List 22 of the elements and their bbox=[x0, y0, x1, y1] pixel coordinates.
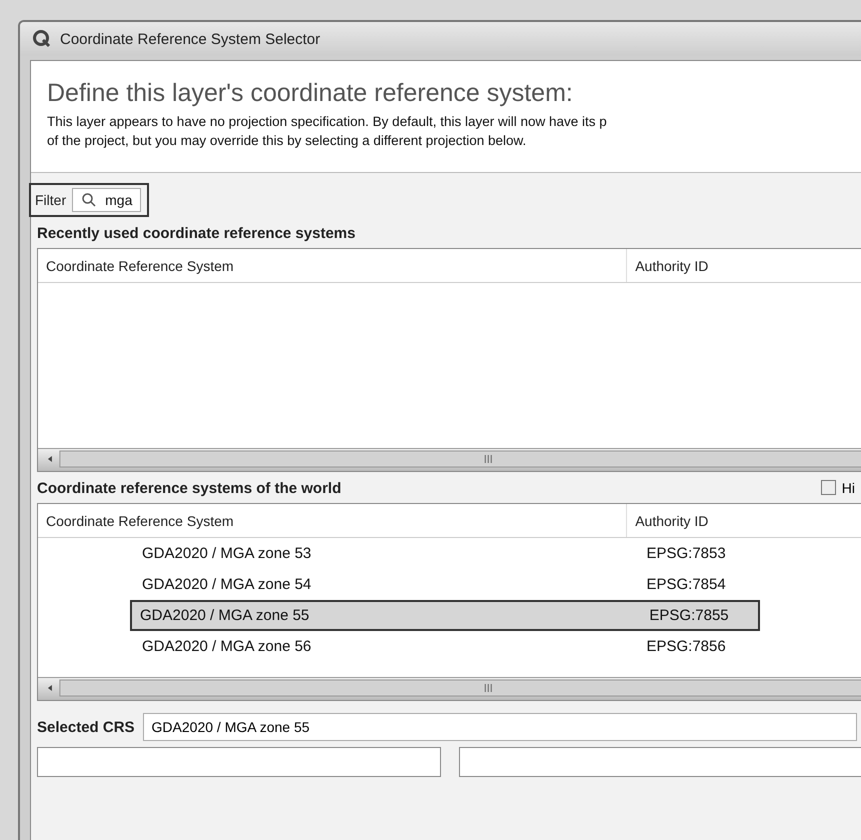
section-title: Coordinate reference systems of the world bbox=[36, 479, 342, 499]
column-header[interactable]: Coordinate Reference System bbox=[38, 249, 628, 282]
crs-row[interactable]: GDA2020 / MGA zone 54 EPSG:7854 bbox=[134, 569, 754, 600]
hide-checkbox[interactable]: Hi bbox=[820, 480, 855, 496]
crs-row[interactable]: GDA2020 / MGA zone 55 EPSG:7855 bbox=[130, 600, 760, 631]
window-title: Coordinate Reference System Selector bbox=[60, 30, 320, 48]
column-header[interactable]: Authority ID bbox=[627, 249, 861, 282]
section-title: Recently used coordinate reference systems bbox=[36, 224, 356, 244]
column-header[interactable]: Authority ID bbox=[627, 504, 861, 537]
column-header[interactable]: Coordinate Reference System bbox=[38, 504, 628, 537]
app-logo-icon bbox=[32, 29, 52, 49]
crs-row[interactable]: GDA2020 / MGA zone 53 EPSG:7853 bbox=[134, 538, 754, 569]
selected-crs-label: Selected CRS bbox=[37, 718, 135, 736]
filter-field[interactable]: mga bbox=[72, 188, 142, 212]
description-text: This layer appears to have no projection specification. By default, this layer will now have its p of the project, but you may override this by selecting a different projection below. bbox=[47, 113, 608, 150]
filter-label: Filter bbox=[35, 192, 66, 208]
crs-row[interactable]: GDA2020 / MGA zone 56 EPSG:7856 bbox=[134, 631, 754, 662]
horizontal-scrollbar[interactable] bbox=[38, 448, 861, 471]
selected-crs-field[interactable]: GDA2020 / MGA zone 55 bbox=[142, 713, 857, 741]
horizontal-scrollbar[interactable] bbox=[38, 677, 861, 700]
search-icon bbox=[81, 192, 98, 208]
dialog-heading: Define this layer's coordinate reference system: bbox=[47, 79, 574, 108]
